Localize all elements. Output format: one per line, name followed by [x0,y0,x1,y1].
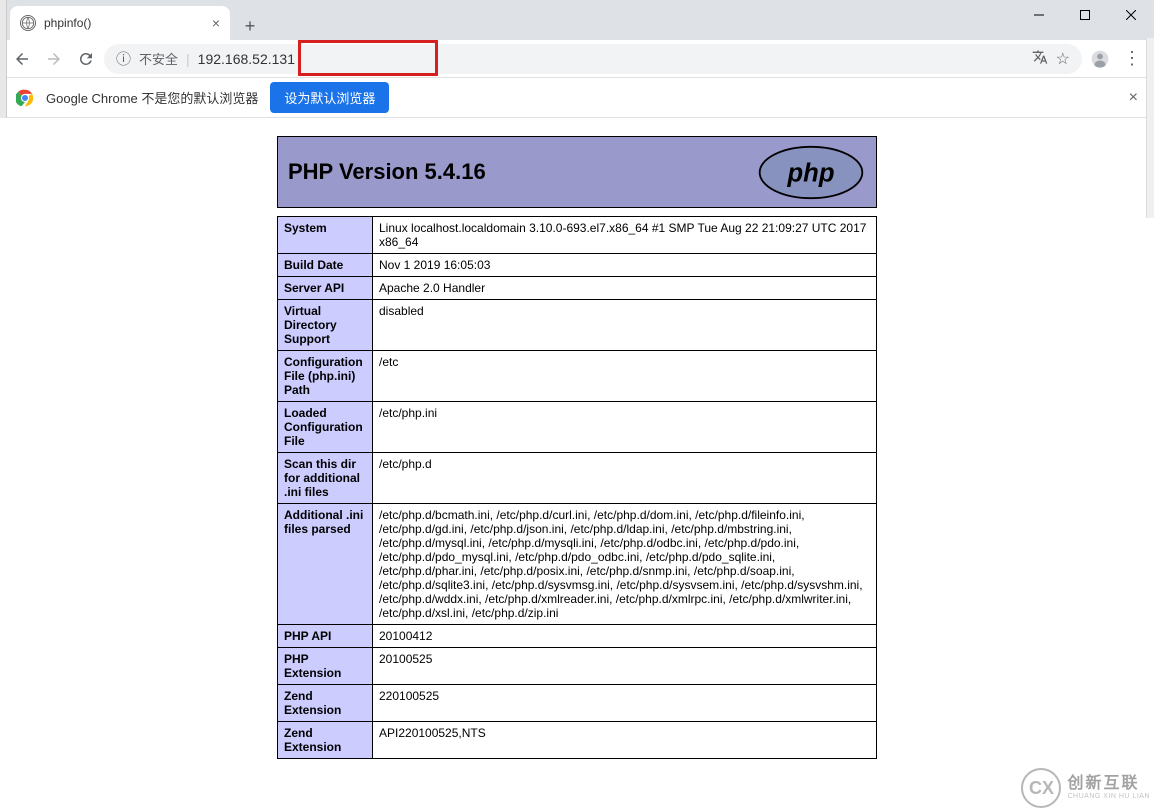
maximize-button[interactable] [1062,0,1108,30]
table-value: 20100525 [373,648,877,685]
menu-icon[interactable]: ⋮ [1118,45,1146,73]
table-value: API220100525,NTS [373,722,877,759]
new-tab-button[interactable]: + [236,12,264,40]
table-value: /etc/php.d/bcmath.ini, /etc/php.d/curl.i… [373,504,877,625]
svg-text:php: php [786,160,834,188]
table-value: Nov 1 2019 16:05:03 [373,254,877,277]
table-key: Zend Extension [278,722,373,759]
table-key: PHP Extension [278,648,373,685]
right-sliver [1146,38,1154,218]
window-controls [1016,0,1154,30]
table-key: System [278,217,373,254]
close-window-button[interactable] [1108,0,1154,30]
table-value: Linux localhost.localdomain 3.10.0-693.e… [373,217,877,254]
table-key: Loaded Configuration File [278,402,373,453]
table-row: PHP Extension20100525 [278,648,877,685]
table-key: Server API [278,277,373,300]
table-value: /etc [373,351,877,402]
table-row: Zend ExtensionAPI220100525,NTS [278,722,877,759]
browser-tab[interactable]: phpinfo() × [10,6,230,40]
table-value: /etc/php.d [373,453,877,504]
table-row: Server APIApache 2.0 Handler [278,277,877,300]
table-key: Configuration File (php.ini) Path [278,351,373,402]
default-browser-infobar: Google Chrome 不是您的默认浏览器 设为默认浏览器 × [0,78,1154,118]
table-row: SystemLinux localhost.localdomain 3.10.0… [278,217,877,254]
table-value: /etc/php.ini [373,402,877,453]
table-row: PHP API20100412 [278,625,877,648]
php-version-title: PHP Version 5.4.16 [288,159,486,185]
table-row: Virtual Directory Supportdisabled [278,300,877,351]
table-value: Apache 2.0 Handler [373,277,877,300]
toolbar: ⓘ 不安全 | 192.168.52.131 ☆ ⋮ [0,40,1154,78]
table-row: Configuration File (php.ini) Path/etc [278,351,877,402]
titlebar: phpinfo() × + [0,0,1154,40]
insecure-label: 不安全 [139,49,178,68]
close-icon[interactable]: × [212,15,220,31]
watermark: CX 创新互联 CHUANG XIN HU LIAN [1021,768,1150,808]
table-row: Scan this dir for additional .ini files/… [278,453,877,504]
table-value: 20100412 [373,625,877,648]
table-key: Scan this dir for additional .ini files [278,453,373,504]
translate-icon[interactable] [1032,49,1048,68]
table-value: disabled [373,300,877,351]
back-button[interactable] [8,45,36,73]
url-text: 192.168.52.131 [198,51,1024,67]
info-icon[interactable]: ⓘ [116,48,131,69]
phpinfo-header: PHP Version 5.4.16 php [277,136,877,208]
table-row: Loaded Configuration File/etc/php.ini [278,402,877,453]
tab-strip: phpinfo() × + [0,0,1016,40]
dismiss-infobar-button[interactable]: × [1129,89,1138,107]
table-row: Zend Extension220100525 [278,685,877,722]
table-key: Virtual Directory Support [278,300,373,351]
minimize-button[interactable] [1016,0,1062,30]
tab-title: phpinfo() [44,16,204,30]
globe-icon [20,15,36,31]
table-key: Zend Extension [278,685,373,722]
table-key: Build Date [278,254,373,277]
address-bar[interactable]: ⓘ 不安全 | 192.168.52.131 ☆ [104,44,1082,74]
watermark-cn: 创新互联 [1067,775,1150,793]
phpinfo-table: SystemLinux localhost.localdomain 3.10.0… [277,216,877,759]
watermark-en: CHUANG XIN HU LIAN [1067,793,1150,801]
php-logo: php [756,145,866,199]
set-default-button[interactable]: 设为默认浏览器 [270,82,389,113]
avatar-icon[interactable] [1086,45,1114,73]
watermark-icon: CX [1021,768,1061,808]
bookmark-icon[interactable]: ☆ [1056,49,1070,69]
chrome-logo-icon [16,89,34,107]
forward-button[interactable] [40,45,68,73]
page-content[interactable]: PHP Version 5.4.16 php SystemLinux local… [0,118,1154,812]
reload-button[interactable] [72,45,100,73]
table-row: Additional .ini files parsed/etc/php.d/b… [278,504,877,625]
table-key: Additional .ini files parsed [278,504,373,625]
infobar-text: Google Chrome 不是您的默认浏览器 [46,88,258,107]
table-row: Build DateNov 1 2019 16:05:03 [278,254,877,277]
table-value: 220100525 [373,685,877,722]
table-key: PHP API [278,625,373,648]
